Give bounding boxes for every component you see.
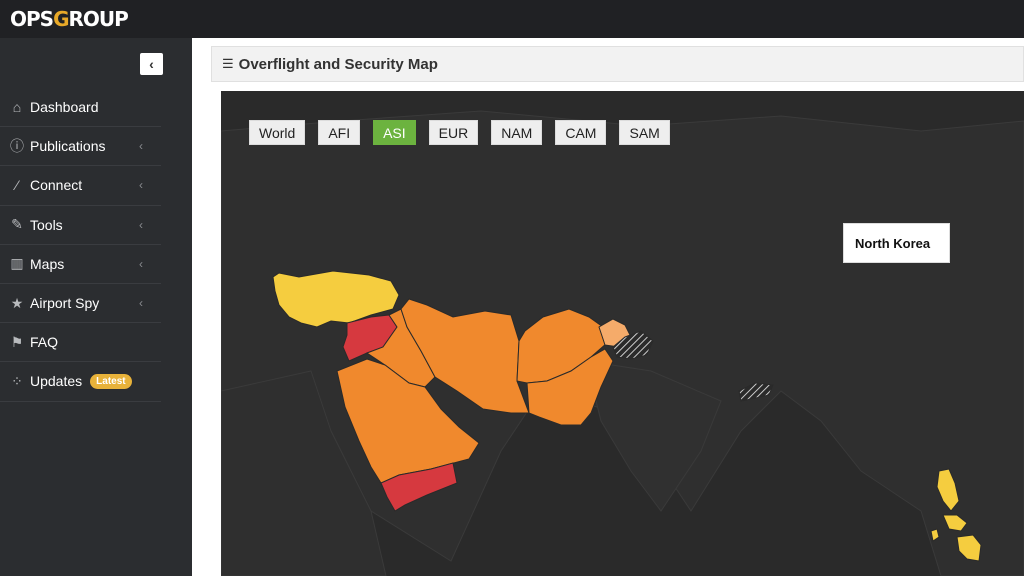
sidebar-item-label: Updates	[30, 373, 83, 390]
latest-badge: Latest	[90, 373, 132, 389]
map-canvas[interactable]	[221, 91, 1024, 576]
sidebar-collapse-button[interactable]: ‹	[140, 53, 163, 75]
sidebar-item-label: Connect	[30, 177, 83, 194]
hamburger-icon[interactable]: ☰	[222, 56, 234, 72]
sidebar-item-label: Dashboard	[30, 99, 99, 116]
chevron-left-icon: ‹	[139, 139, 143, 154]
page-title: Overflight and Security Map	[238, 55, 438, 73]
sidebar-item-label: Tools	[30, 216, 63, 233]
tab-nam[interactable]: NAM	[491, 120, 543, 145]
sidebar-nav: ⌂ Dashboard ⓘ Publications ‹ ⁄ Connect ‹…	[0, 88, 161, 402]
main-content: ☰ Overflight and Security Map World AFI …	[192, 38, 1024, 576]
panel-header: ☰ Overflight and Security Map	[211, 46, 1024, 82]
sidebar-item-dashboard[interactable]: ⌂ Dashboard	[0, 88, 161, 128]
flag-icon: ⚑	[10, 333, 24, 350]
info-icon: ⓘ	[10, 138, 24, 155]
region-tabs: World AFI ASI EUR NAM CAM SAM	[249, 120, 683, 145]
opsgroup-logo[interactable]: OPSGROUP	[10, 7, 129, 31]
tab-afi[interactable]: AFI	[318, 120, 361, 145]
sidebar-item-connect[interactable]: ⁄ Connect ‹	[0, 166, 161, 206]
sidebar-item-faq[interactable]: ⚑ FAQ	[0, 323, 161, 363]
sidebar-item-updates[interactable]: ⁘ Updates Latest	[0, 362, 161, 402]
overflight-map[interactable]: World AFI ASI EUR NAM CAM SAM North Kore…	[221, 91, 1024, 576]
tab-world[interactable]: World	[249, 120, 306, 145]
tab-eur[interactable]: EUR	[428, 120, 479, 145]
tab-asi[interactable]: ASI	[373, 120, 416, 145]
chevron-left-icon: ‹	[139, 296, 143, 311]
home-icon: ⌂	[12, 99, 22, 116]
spinner-icon: ⁘	[11, 372, 23, 389]
magic-wand-icon: ⁄	[15, 177, 19, 194]
country-tooltip: North Korea	[843, 223, 950, 263]
sidebar-item-label: Airport Spy	[30, 295, 100, 312]
sidebar-item-tools[interactable]: ✎ Tools ‹	[0, 206, 161, 245]
sidebar-item-label: Maps	[30, 255, 65, 272]
sidebar-item-label: Publications	[30, 138, 106, 155]
tab-sam[interactable]: SAM	[619, 120, 670, 145]
star-icon: ★	[10, 294, 24, 311]
tab-cam[interactable]: CAM	[555, 120, 607, 145]
wrench-icon: ✎	[11, 216, 23, 233]
map-icon: ▥	[10, 255, 24, 272]
sidebar: ‹ ⌂ Dashboard ⓘ Publications ‹ ⁄ Connect…	[0, 38, 192, 576]
sidebar-item-maps[interactable]: ▥ Maps ‹	[0, 245, 161, 284]
sidebar-item-airport-spy[interactable]: ★ Airport Spy ‹	[0, 284, 161, 324]
top-bar: OPSGROUP	[0, 0, 1024, 38]
chevron-left-icon: ‹	[139, 217, 143, 232]
sidebar-item-label: FAQ	[30, 334, 59, 351]
sidebar-item-publications[interactable]: ⓘ Publications ‹	[0, 127, 161, 167]
chevron-left-icon: ‹	[139, 256, 143, 271]
chevron-left-icon: ‹	[139, 178, 143, 193]
